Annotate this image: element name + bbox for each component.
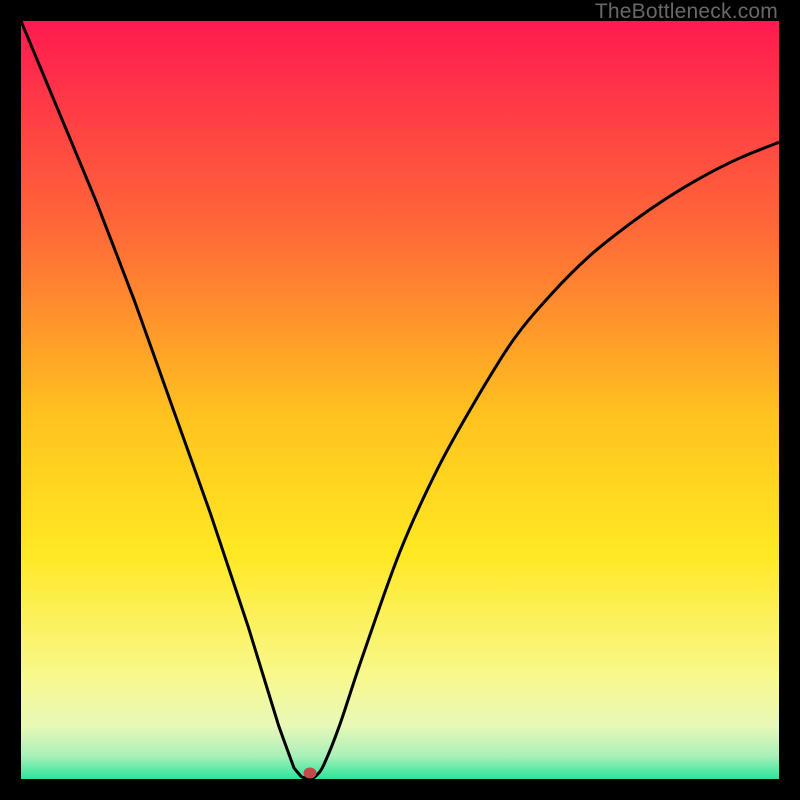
watermark-text: TheBottleneck.com xyxy=(595,0,778,24)
bottleneck-curve xyxy=(21,21,779,779)
chart-frame: TheBottleneck.com xyxy=(0,0,800,800)
optimal-point-marker xyxy=(304,768,317,779)
plot-area xyxy=(21,21,779,779)
